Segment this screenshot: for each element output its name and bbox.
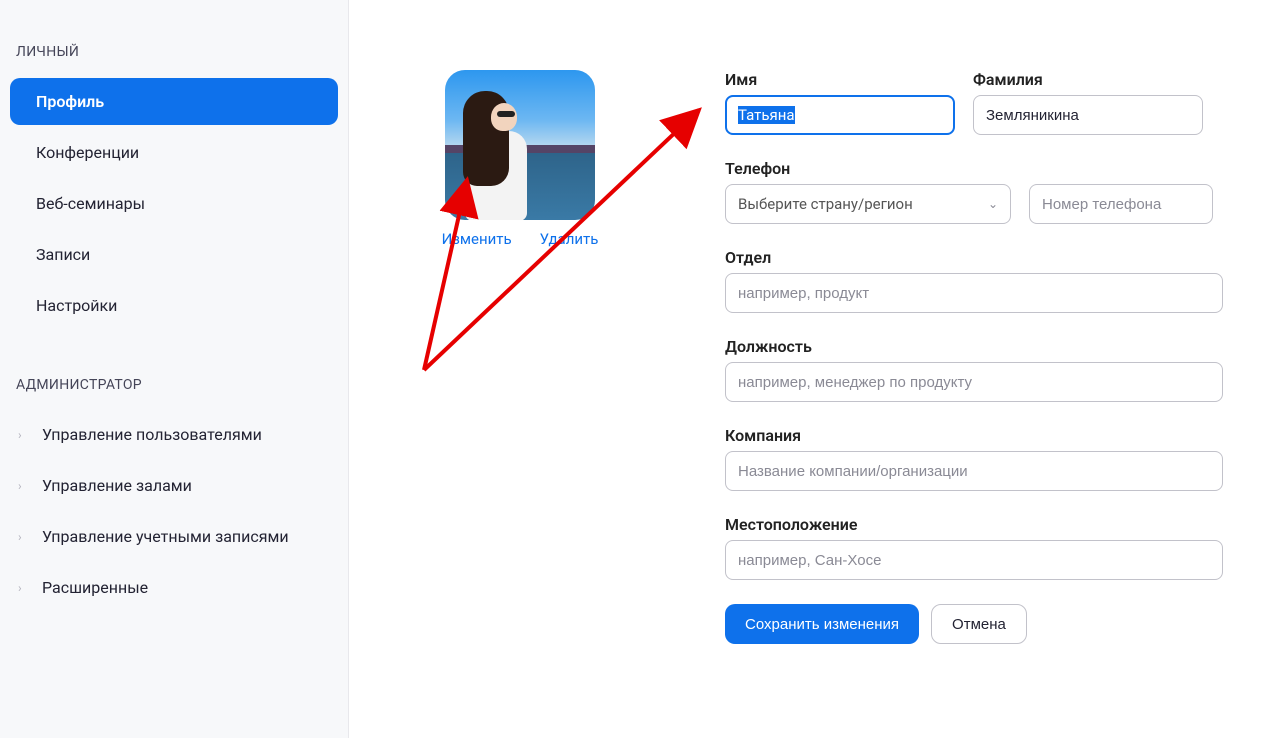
avatar-column: Изменить Удалить bbox=[445, 70, 595, 248]
sidebar-item-webinars[interactable]: Веб-семинары bbox=[10, 180, 338, 227]
sidebar-item-meetings[interactable]: Конференции bbox=[10, 129, 338, 176]
chevron-right-icon: › bbox=[18, 530, 36, 544]
avatar-image bbox=[445, 70, 595, 220]
sidebar-section-personal: ЛИЧНЫЙ bbox=[10, 30, 338, 74]
sidebar-item-advanced[interactable]: ›Расширенные bbox=[10, 564, 338, 611]
last-name-input[interactable] bbox=[973, 95, 1203, 135]
location-input[interactable] bbox=[725, 540, 1223, 580]
profile-form: Имя Татьяна Фамилия Телефон Выберите стр… bbox=[725, 70, 1223, 644]
company-input[interactable] bbox=[725, 451, 1223, 491]
last-name-label: Фамилия bbox=[973, 70, 1203, 89]
sidebar-section-admin: АДМИНИСТРАТОР bbox=[10, 363, 338, 407]
sidebar-item-room-management[interactable]: ›Управление залами bbox=[10, 462, 338, 509]
chevron-down-icon: ⌄ bbox=[988, 197, 998, 211]
save-button[interactable]: Сохранить изменения bbox=[725, 604, 919, 644]
position-label: Должность bbox=[725, 337, 1223, 356]
cancel-button[interactable]: Отмена bbox=[931, 604, 1027, 644]
avatar-change-link[interactable]: Изменить bbox=[442, 230, 512, 248]
phone-input[interactable] bbox=[1029, 184, 1213, 224]
main-content: Изменить Удалить Имя Татьяна Фамилия bbox=[349, 0, 1263, 738]
position-input[interactable] bbox=[725, 362, 1223, 402]
chevron-right-icon: › bbox=[18, 581, 36, 595]
sidebar-item-settings[interactable]: Настройки bbox=[10, 282, 338, 329]
avatar bbox=[445, 70, 595, 220]
chevron-right-icon: › bbox=[18, 428, 36, 442]
company-label: Компания bbox=[725, 426, 1223, 445]
avatar-delete-link[interactable]: Удалить bbox=[540, 230, 599, 248]
sidebar: ЛИЧНЫЙ Профиль Конференции Веб-семинары … bbox=[0, 0, 349, 738]
location-label: Местоположение bbox=[725, 515, 1223, 534]
country-select[interactable]: Выберите страну/регион ⌄ bbox=[725, 184, 1011, 224]
sidebar-item-user-management[interactable]: ›Управление пользователями bbox=[10, 411, 338, 458]
first-name-label: Имя bbox=[725, 70, 955, 89]
sidebar-item-account-management[interactable]: ›Управление учетными записями bbox=[10, 513, 338, 560]
sidebar-item-recordings[interactable]: Записи bbox=[10, 231, 338, 278]
phone-label: Телефон bbox=[725, 159, 1223, 178]
department-input[interactable] bbox=[725, 273, 1223, 313]
sidebar-item-profile[interactable]: Профиль bbox=[10, 78, 338, 125]
chevron-right-icon: › bbox=[18, 479, 36, 493]
first-name-input[interactable]: Татьяна bbox=[725, 95, 955, 135]
department-label: Отдел bbox=[725, 248, 1223, 267]
